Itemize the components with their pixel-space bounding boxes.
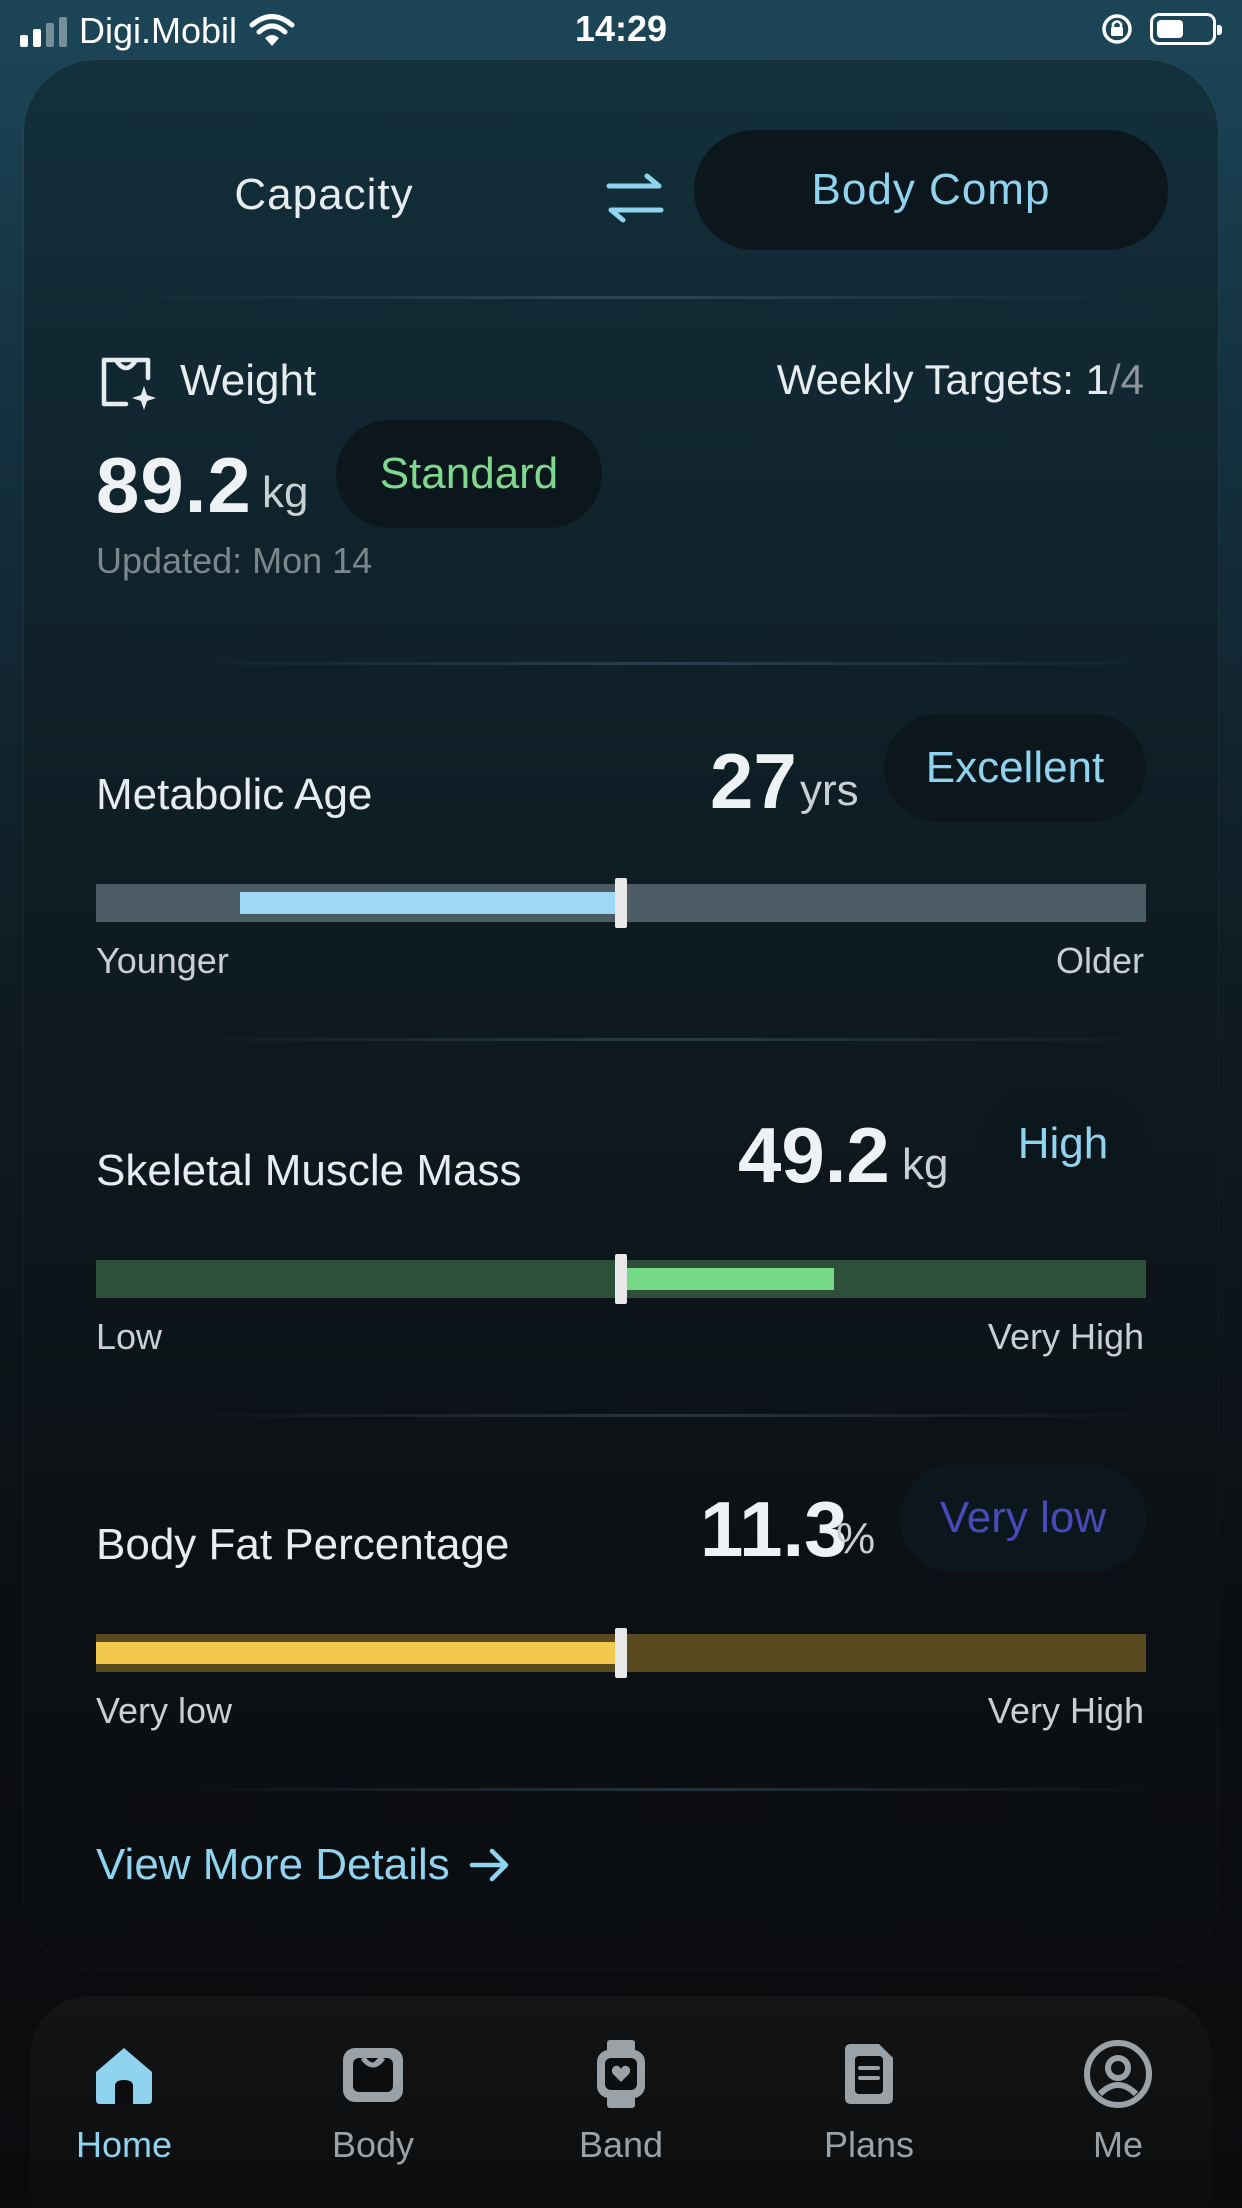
divider <box>174 1788 1174 1791</box>
weekly-targets-done: 1 <box>1085 356 1109 403</box>
weight-status-badge: Standard <box>336 420 602 528</box>
battery-icon <box>1150 13 1222 45</box>
divider <box>174 1038 1174 1041</box>
tab-capacity[interactable]: Capacity <box>164 170 484 220</box>
metric-unit: kg <box>902 1140 949 1189</box>
metric-bar <box>96 878 1146 928</box>
metric-label: Body Fat Percentage <box>96 1520 510 1569</box>
scale-left-label: Low <box>96 1316 163 1357</box>
weight-scale-icon <box>101 357 156 410</box>
band-icon <box>597 2040 645 2108</box>
scale-left-label: Younger <box>96 940 229 981</box>
metric-bar-fill <box>239 892 621 914</box>
weekly-targets[interactable]: Weekly Targets: 1/4 <box>777 356 1144 404</box>
nav-me[interactable]: Me <box>1018 2038 1218 2166</box>
divider <box>174 1414 1174 1417</box>
divider <box>124 296 1124 299</box>
metric-bar-fill <box>621 1268 835 1290</box>
arrow-right-icon <box>469 1848 509 1882</box>
metric-value: 49.2 <box>738 1111 890 1199</box>
status-bar: Digi.Mobil 14:29 <box>0 0 1242 60</box>
nav-plans[interactable]: Plans <box>769 2038 969 2166</box>
scale-right-label: Very High <box>987 1316 1144 1357</box>
scale-right-label: Very High <box>987 1690 1144 1731</box>
nav-home[interactable]: Home <box>24 2038 224 2166</box>
weight-unit: kg <box>262 468 309 517</box>
home-icon <box>96 2048 152 2104</box>
metric-status-badge: High <box>980 1090 1146 1198</box>
weight-label: Weight <box>180 356 317 405</box>
metric-unit: yrs <box>800 766 859 815</box>
orientation-lock-icon <box>1102 14 1132 44</box>
metric-value: 11.3 <box>700 1485 848 1573</box>
metric-bar <box>96 1628 1146 1678</box>
me-icon <box>1084 2040 1152 2108</box>
metric-status-badge: Excellent <box>884 714 1146 822</box>
weight-updated: Updated: Mon 14 <box>96 540 373 581</box>
view-more-details-link[interactable]: View More Details <box>96 1840 512 1890</box>
weight-value: 89.2 <box>96 441 252 529</box>
metric-bar-marker <box>615 1254 627 1304</box>
status-time: 14:29 <box>574 8 668 49</box>
body-comp-card: Capacity Body Comp Weight Weekly Targets… <box>24 60 1218 1970</box>
nav-label: Home <box>75 2124 173 2165</box>
nav-label: Me <box>1092 2124 1143 2165</box>
metric-value: 27 <box>710 737 797 825</box>
metric-bar-marker <box>615 878 627 928</box>
metric-status-badge: Very low <box>900 1464 1146 1572</box>
metric-bar-marker <box>615 1628 627 1678</box>
metric-bar <box>96 1254 1146 1304</box>
status-right <box>1100 12 1222 46</box>
weekly-targets-label: Weekly Targets: <box>776 356 1074 403</box>
swap-icon[interactable] <box>599 168 671 228</box>
metric-unit: % <box>836 1514 876 1563</box>
metric-label: Metabolic Age <box>96 770 373 819</box>
nav-label: Body <box>331 2124 415 2165</box>
weekly-targets-total: /4 <box>1108 356 1144 403</box>
nav-label: Plans <box>823 2124 915 2165</box>
nav-body[interactable]: Body <box>273 2038 473 2166</box>
divider <box>174 662 1174 665</box>
tab-body-comp[interactable]: Body Comp <box>694 130 1168 250</box>
body-icon <box>343 2048 403 2102</box>
metric-bar-fill <box>96 1642 621 1664</box>
nav-band[interactable]: Band <box>521 2038 721 2166</box>
scale-right-label: Older <box>1055 940 1144 981</box>
view-more-label: View More Details <box>96 1840 450 1889</box>
nav-label: Band <box>578 2124 664 2165</box>
metric-label: Skeletal Muscle Mass <box>96 1146 522 1195</box>
scale-left-label: Very low <box>96 1690 233 1731</box>
plans-icon <box>845 2044 893 2104</box>
